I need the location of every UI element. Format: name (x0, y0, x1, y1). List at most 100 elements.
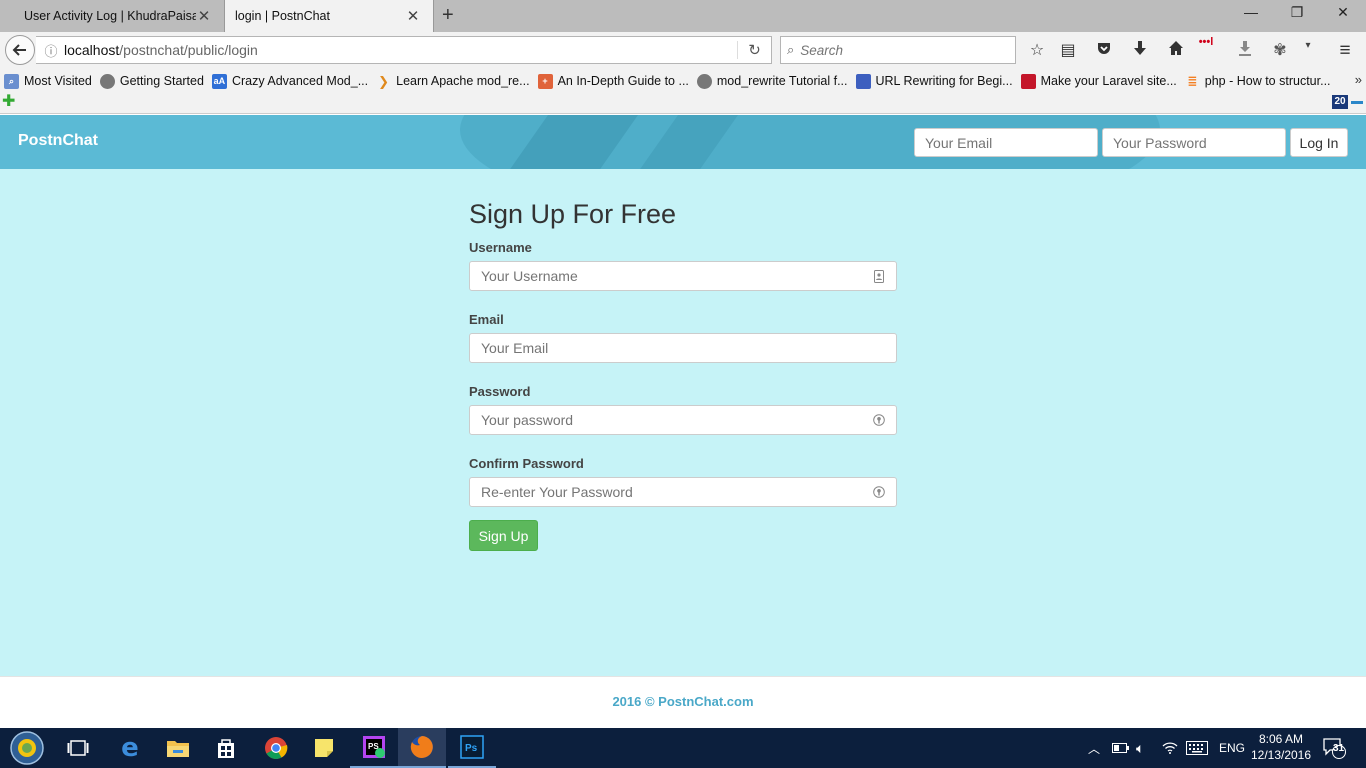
header-email-input[interactable] (925, 134, 1106, 151)
bookmark-item[interactable]: Make your Laravel site... (1020, 73, 1177, 89)
confirm-password-label: Confirm Password (469, 456, 584, 471)
bookmark-item[interactable]: URL Rewriting for Begi... (855, 73, 1013, 89)
username-input[interactable] (481, 268, 872, 284)
main-content: Sign Up For Free Username Email Password (0, 169, 1366, 676)
new-tab-icon[interactable]: + (442, 4, 454, 27)
store-icon[interactable] (202, 728, 250, 768)
plus-box-icon: + (537, 73, 553, 89)
browser-search-box[interactable]: ⌕ (780, 36, 1016, 64)
header-password-field[interactable]: •••| (1102, 128, 1304, 157)
dropdown-chevron-icon[interactable]: ▾ (1296, 40, 1320, 60)
confirm-password-field[interactable] (469, 477, 897, 507)
username-field[interactable] (469, 261, 897, 291)
bookmark-item[interactable]: mod_rewrite Tutorial f... (696, 73, 848, 89)
firefox-icon[interactable] (398, 728, 446, 768)
reload-icon[interactable]: ↻ (737, 41, 771, 59)
info-icon[interactable]: ⓘ (38, 41, 64, 60)
bookmark-item[interactable]: + An In-Depth Guide to ... (537, 73, 689, 89)
stackoverflow-icon: ≣ (1187, 73, 1198, 88)
clock-time: 8:06 AM (1258, 732, 1304, 746)
url-path: /postnchat/public/login (119, 42, 258, 58)
show-hidden-icons-icon[interactable]: ︿ (1088, 728, 1100, 768)
language-indicator[interactable]: ENG (1219, 728, 1245, 768)
browser-tab[interactable]: User Activity Log | KhudraPaisa ✕ (0, 0, 224, 32)
file-explorer-icon[interactable] (154, 728, 202, 768)
phpstorm-icon[interactable]: PS (350, 728, 398, 768)
bookmark-label: Learn Apache mod_re... (396, 74, 530, 88)
addon-dots-icon[interactable]: •••l (1194, 36, 1218, 56)
blue-square-icon (855, 73, 871, 89)
contact-card-icon[interactable] (872, 269, 886, 283)
battery-icon[interactable] (1112, 728, 1130, 768)
close-tab-icon[interactable]: ✕ (196, 7, 212, 25)
password-field[interactable] (469, 405, 897, 435)
email-input[interactable] (481, 340, 886, 356)
downloads-arrow-icon[interactable] (1128, 40, 1152, 60)
task-view-icon[interactable] (54, 728, 102, 768)
signup-button[interactable]: Sign Up (469, 520, 538, 551)
aa-icon: aA (211, 73, 227, 89)
password-input[interactable] (481, 412, 872, 428)
back-button[interactable] (5, 35, 35, 65)
photoshop-icon[interactable]: Ps (448, 728, 496, 768)
email-field[interactable] (469, 333, 897, 363)
edge-browser-icon[interactable]: e (106, 728, 154, 768)
pocket-icon[interactable] (1092, 40, 1116, 60)
bookmark-label: Crazy Advanced Mod_... (231, 74, 369, 88)
confirm-password-group: Confirm Password (469, 456, 897, 507)
header-password-input[interactable] (1113, 134, 1294, 151)
signup-form: Sign Up For Free Username Email Password (469, 199, 897, 551)
browser-tab-active[interactable]: login | PostnChat ✕ (224, 0, 434, 32)
addon-badge[interactable]: 20 (1332, 95, 1348, 109)
header-email-field[interactable]: •••| (914, 128, 1116, 157)
menu-hamburger-icon[interactable]: ≡ (1333, 40, 1357, 61)
chrome-icon[interactable] (252, 728, 300, 768)
extension-icon[interactable]: ✾ (1268, 40, 1292, 60)
bookmark-star-icon[interactable]: ☆ (1025, 40, 1049, 60)
tab-title: login | PostnChat (235, 9, 330, 23)
restore-icon[interactable]: ❐ (1274, 4, 1320, 21)
email-label: Email (469, 312, 504, 327)
bookmark-label: Make your Laravel site... (1040, 74, 1177, 88)
minimize-icon[interactable]: — (1228, 4, 1274, 20)
most-visited-icon: ⌕ (4, 73, 19, 89)
browser-search-input[interactable] (800, 42, 1001, 58)
taskbar: e PS Ps ︿ 🔈︎ ENG 8:06 AM 12/13/2016 31 (0, 728, 1366, 768)
login-button[interactable]: Log In (1290, 128, 1348, 157)
reading-list-icon[interactable]: ▤ (1056, 40, 1080, 60)
bookmark-item[interactable]: ≣ php - How to structur... (1185, 73, 1331, 89)
back-arrow-icon (12, 44, 26, 56)
chevron-right-icon[interactable]: » (1355, 72, 1362, 87)
close-tab-icon[interactable]: ✕ (405, 7, 421, 25)
password-key-icon[interactable] (872, 413, 886, 427)
download-tray-icon[interactable] (1233, 40, 1257, 60)
browser-tab-bar: User Activity Log | KhudraPaisa ✕ login … (0, 0, 1366, 32)
home-icon[interactable] (1164, 40, 1188, 60)
sticky-notes-icon[interactable] (300, 728, 348, 768)
wifi-icon[interactable] (1162, 728, 1178, 768)
bookmark-item[interactable]: ⌕ Most Visited (4, 73, 92, 89)
keyboard-icon[interactable] (1186, 728, 1208, 768)
clock-date: 12/13/2016 (1250, 748, 1312, 762)
addon-plus-icon[interactable]: ✚ (2, 94, 15, 110)
bookmark-item[interactable]: ❯ Learn Apache mod_re... (376, 74, 529, 89)
confirm-password-input[interactable] (481, 484, 872, 500)
sitepoint-icon: ❯ (378, 73, 390, 89)
bookmark-item[interactable]: Getting Started (99, 73, 204, 89)
clock[interactable]: 8:06 AM 12/13/2016 (1250, 731, 1312, 763)
url-text[interactable]: localhost/postnchat/public/login (64, 42, 737, 58)
bookmark-label: URL Rewriting for Begi... (875, 74, 1013, 88)
password-group: Password (469, 384, 897, 435)
bookmark-label: Most Visited (24, 74, 92, 88)
footer-text[interactable]: 2016 © PostnChat.com (612, 694, 753, 709)
start-button[interactable] (2, 728, 52, 768)
url-bar[interactable]: ⓘ localhost/postnchat/public/login ↻ (36, 36, 772, 64)
bookmark-label: php - How to structur... (1204, 74, 1331, 88)
bookmark-item[interactable]: aA Crazy Advanced Mod_... (211, 73, 369, 89)
password-key-icon[interactable] (872, 485, 886, 499)
email-group: Email (469, 312, 897, 363)
volume-icon[interactable]: 🔈︎ (1136, 728, 1144, 768)
close-window-icon[interactable]: ✕ (1320, 4, 1366, 21)
globe-icon (696, 73, 712, 89)
brand-logo[interactable]: PostnChat (18, 132, 98, 150)
